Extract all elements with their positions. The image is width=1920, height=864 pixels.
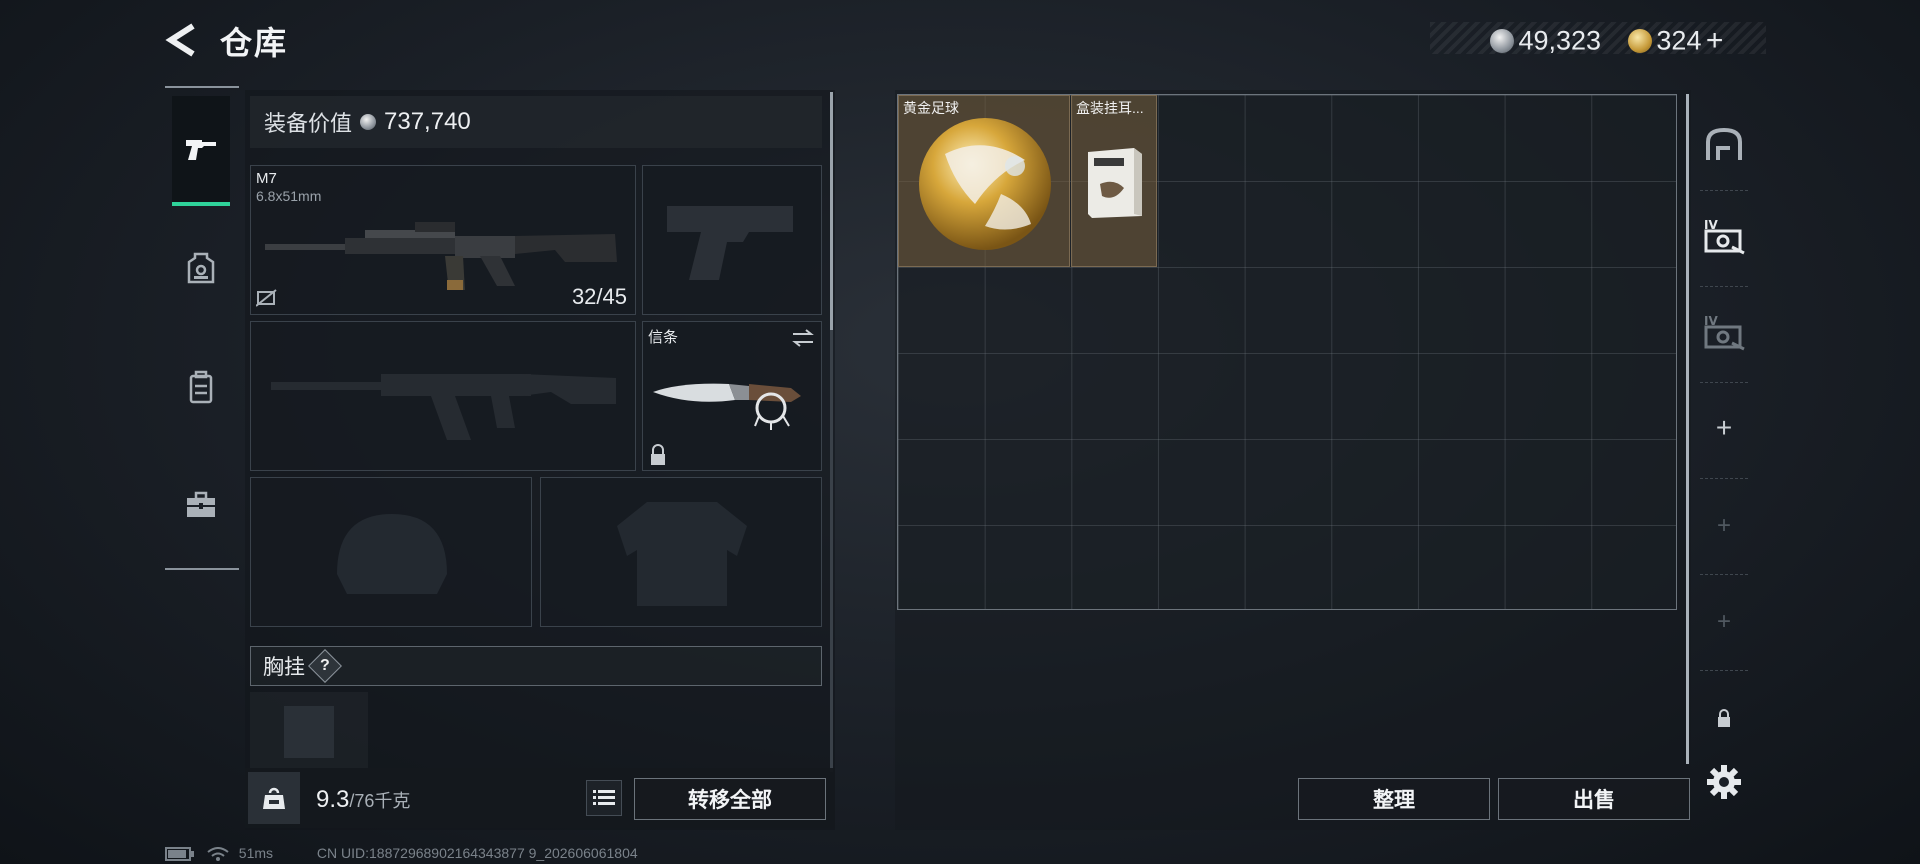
- currency-bar: 49,323 324 +: [1430, 22, 1766, 57]
- helmet-placeholder-icon: [337, 514, 447, 594]
- weight-max: /76千克: [349, 791, 411, 811]
- rail-divider: [1700, 190, 1748, 191]
- tab-case[interactable]: [172, 450, 230, 560]
- backpack-icon: [189, 370, 213, 404]
- lock-icon: [1718, 709, 1730, 727]
- swap-icon[interactable]: [791, 328, 815, 348]
- melee-slot[interactable]: 信条: [642, 321, 822, 471]
- ping-text: 51ms: [238, 845, 274, 861]
- body-armor-slot[interactable]: [540, 477, 822, 627]
- gold-amount: 324: [1656, 25, 1702, 56]
- back-icon[interactable]: [163, 20, 197, 60]
- tab-backpack[interactable]: [172, 332, 230, 442]
- item-name: 盒装挂耳...: [1076, 100, 1144, 116]
- battery-icon: [165, 847, 194, 862]
- chest-rig-header: 胸挂 ?: [250, 646, 822, 686]
- add-storage-slot: +: [1700, 496, 1748, 556]
- weight-icon: [263, 787, 285, 809]
- armor-icon: [187, 252, 215, 284]
- add-currency-button[interactable]: +: [1706, 24, 1724, 57]
- weight-icon-box: [248, 772, 300, 824]
- equip-value-bar: 装备价值 737,740: [250, 96, 822, 148]
- pistol-placeholder-icon: [667, 206, 793, 280]
- chest-rig-slot[interactable]: [250, 692, 368, 768]
- knife-icon: [653, 383, 801, 430]
- lock-icon: [651, 444, 665, 465]
- secondary-weapon-slot[interactable]: [250, 321, 636, 471]
- settings-button[interactable]: [1700, 752, 1748, 812]
- add-storage-slot: +: [1700, 592, 1748, 652]
- transfer-all-button[interactable]: 转移全部: [634, 778, 826, 820]
- add-storage-button[interactable]: +: [1700, 398, 1748, 458]
- melee-label: 信条: [648, 329, 679, 346]
- list-icon: [593, 790, 615, 805]
- rail-divider: [1700, 286, 1748, 287]
- rail-divider: [1700, 382, 1748, 383]
- rail-divider-top: [165, 86, 239, 88]
- briefcase-icon: [187, 491, 215, 517]
- weight-current: 9.3: [316, 786, 350, 813]
- chest-rig-label: 胸挂: [263, 656, 305, 679]
- pistol-slot[interactable]: [642, 165, 822, 315]
- chest-rig-placeholder-icon: [284, 706, 334, 758]
- carry-weight: 9.3/76千克: [316, 786, 410, 814]
- help-icon[interactable]: ?: [308, 649, 342, 683]
- gear-icon: [1707, 765, 1741, 799]
- ammo-count: 32/45: [571, 284, 627, 309]
- rail-divider: [1700, 670, 1748, 671]
- vest-placeholder-icon: [617, 502, 747, 606]
- coffee-box-icon: [1088, 148, 1142, 218]
- warehouse-icon: [1706, 127, 1742, 160]
- uid-text: CN UID:18872968902164343877 9_2026060618…: [316, 845, 638, 861]
- tab-armor[interactable]: [172, 214, 230, 324]
- equip-value-label: 装备价值: [264, 111, 353, 136]
- storage-scrollbar[interactable]: [1686, 94, 1689, 764]
- rail-divider-bottom: [165, 568, 239, 570]
- silver-coin-icon: [1490, 29, 1514, 53]
- golden-football-icon: [919, 118, 1051, 250]
- primary-weapon-slot[interactable]: M7 6.8x51mm 32/45: [250, 165, 636, 315]
- storage-tab-iv-1[interactable]: IV: [1700, 206, 1748, 266]
- page-title: 仓库: [220, 25, 289, 61]
- plus-icon: +: [1716, 512, 1731, 539]
- locked-storage-slot: [1700, 688, 1748, 748]
- storage-tab-iv-2[interactable]: IV: [1700, 302, 1748, 362]
- plus-icon: +: [1716, 608, 1731, 635]
- silver-amount: 49,323: [1518, 25, 1602, 56]
- gold-coin-icon: [1627, 29, 1652, 53]
- helmet-slot[interactable]: [250, 477, 532, 627]
- safe-box-icon: IV: [1704, 218, 1745, 255]
- wifi-icon: [207, 847, 229, 862]
- pistol-icon: [186, 140, 216, 160]
- no-attachment-icon: [256, 289, 277, 307]
- safe-box-icon: IV: [1704, 314, 1745, 351]
- tab-weapons[interactable]: [172, 96, 230, 206]
- organize-button[interactable]: 整理: [1298, 778, 1490, 820]
- storage-item[interactable]: 黄金足球: [898, 95, 1070, 267]
- storage-tab-warehouse[interactable]: [1700, 114, 1748, 174]
- rail-divider: [1700, 478, 1748, 479]
- equip-value-amount: 737,740: [384, 108, 471, 135]
- rail-divider: [1700, 574, 1748, 575]
- rifle-icon: [265, 222, 617, 290]
- sell-button[interactable]: 出售: [1498, 778, 1690, 820]
- storage-item[interactable]: 盒装挂耳...: [1071, 95, 1157, 267]
- plus-icon: +: [1715, 412, 1733, 443]
- rifle-placeholder-icon: [271, 374, 616, 440]
- list-view-button[interactable]: [586, 780, 622, 816]
- weapon-name: M7: [256, 170, 277, 187]
- loadout-scrollbar[interactable]: [830, 92, 833, 330]
- silver-coin-icon: [360, 114, 377, 130]
- status-bar: 51ms CN UID:18872968902164343877 9_20260…: [165, 845, 638, 862]
